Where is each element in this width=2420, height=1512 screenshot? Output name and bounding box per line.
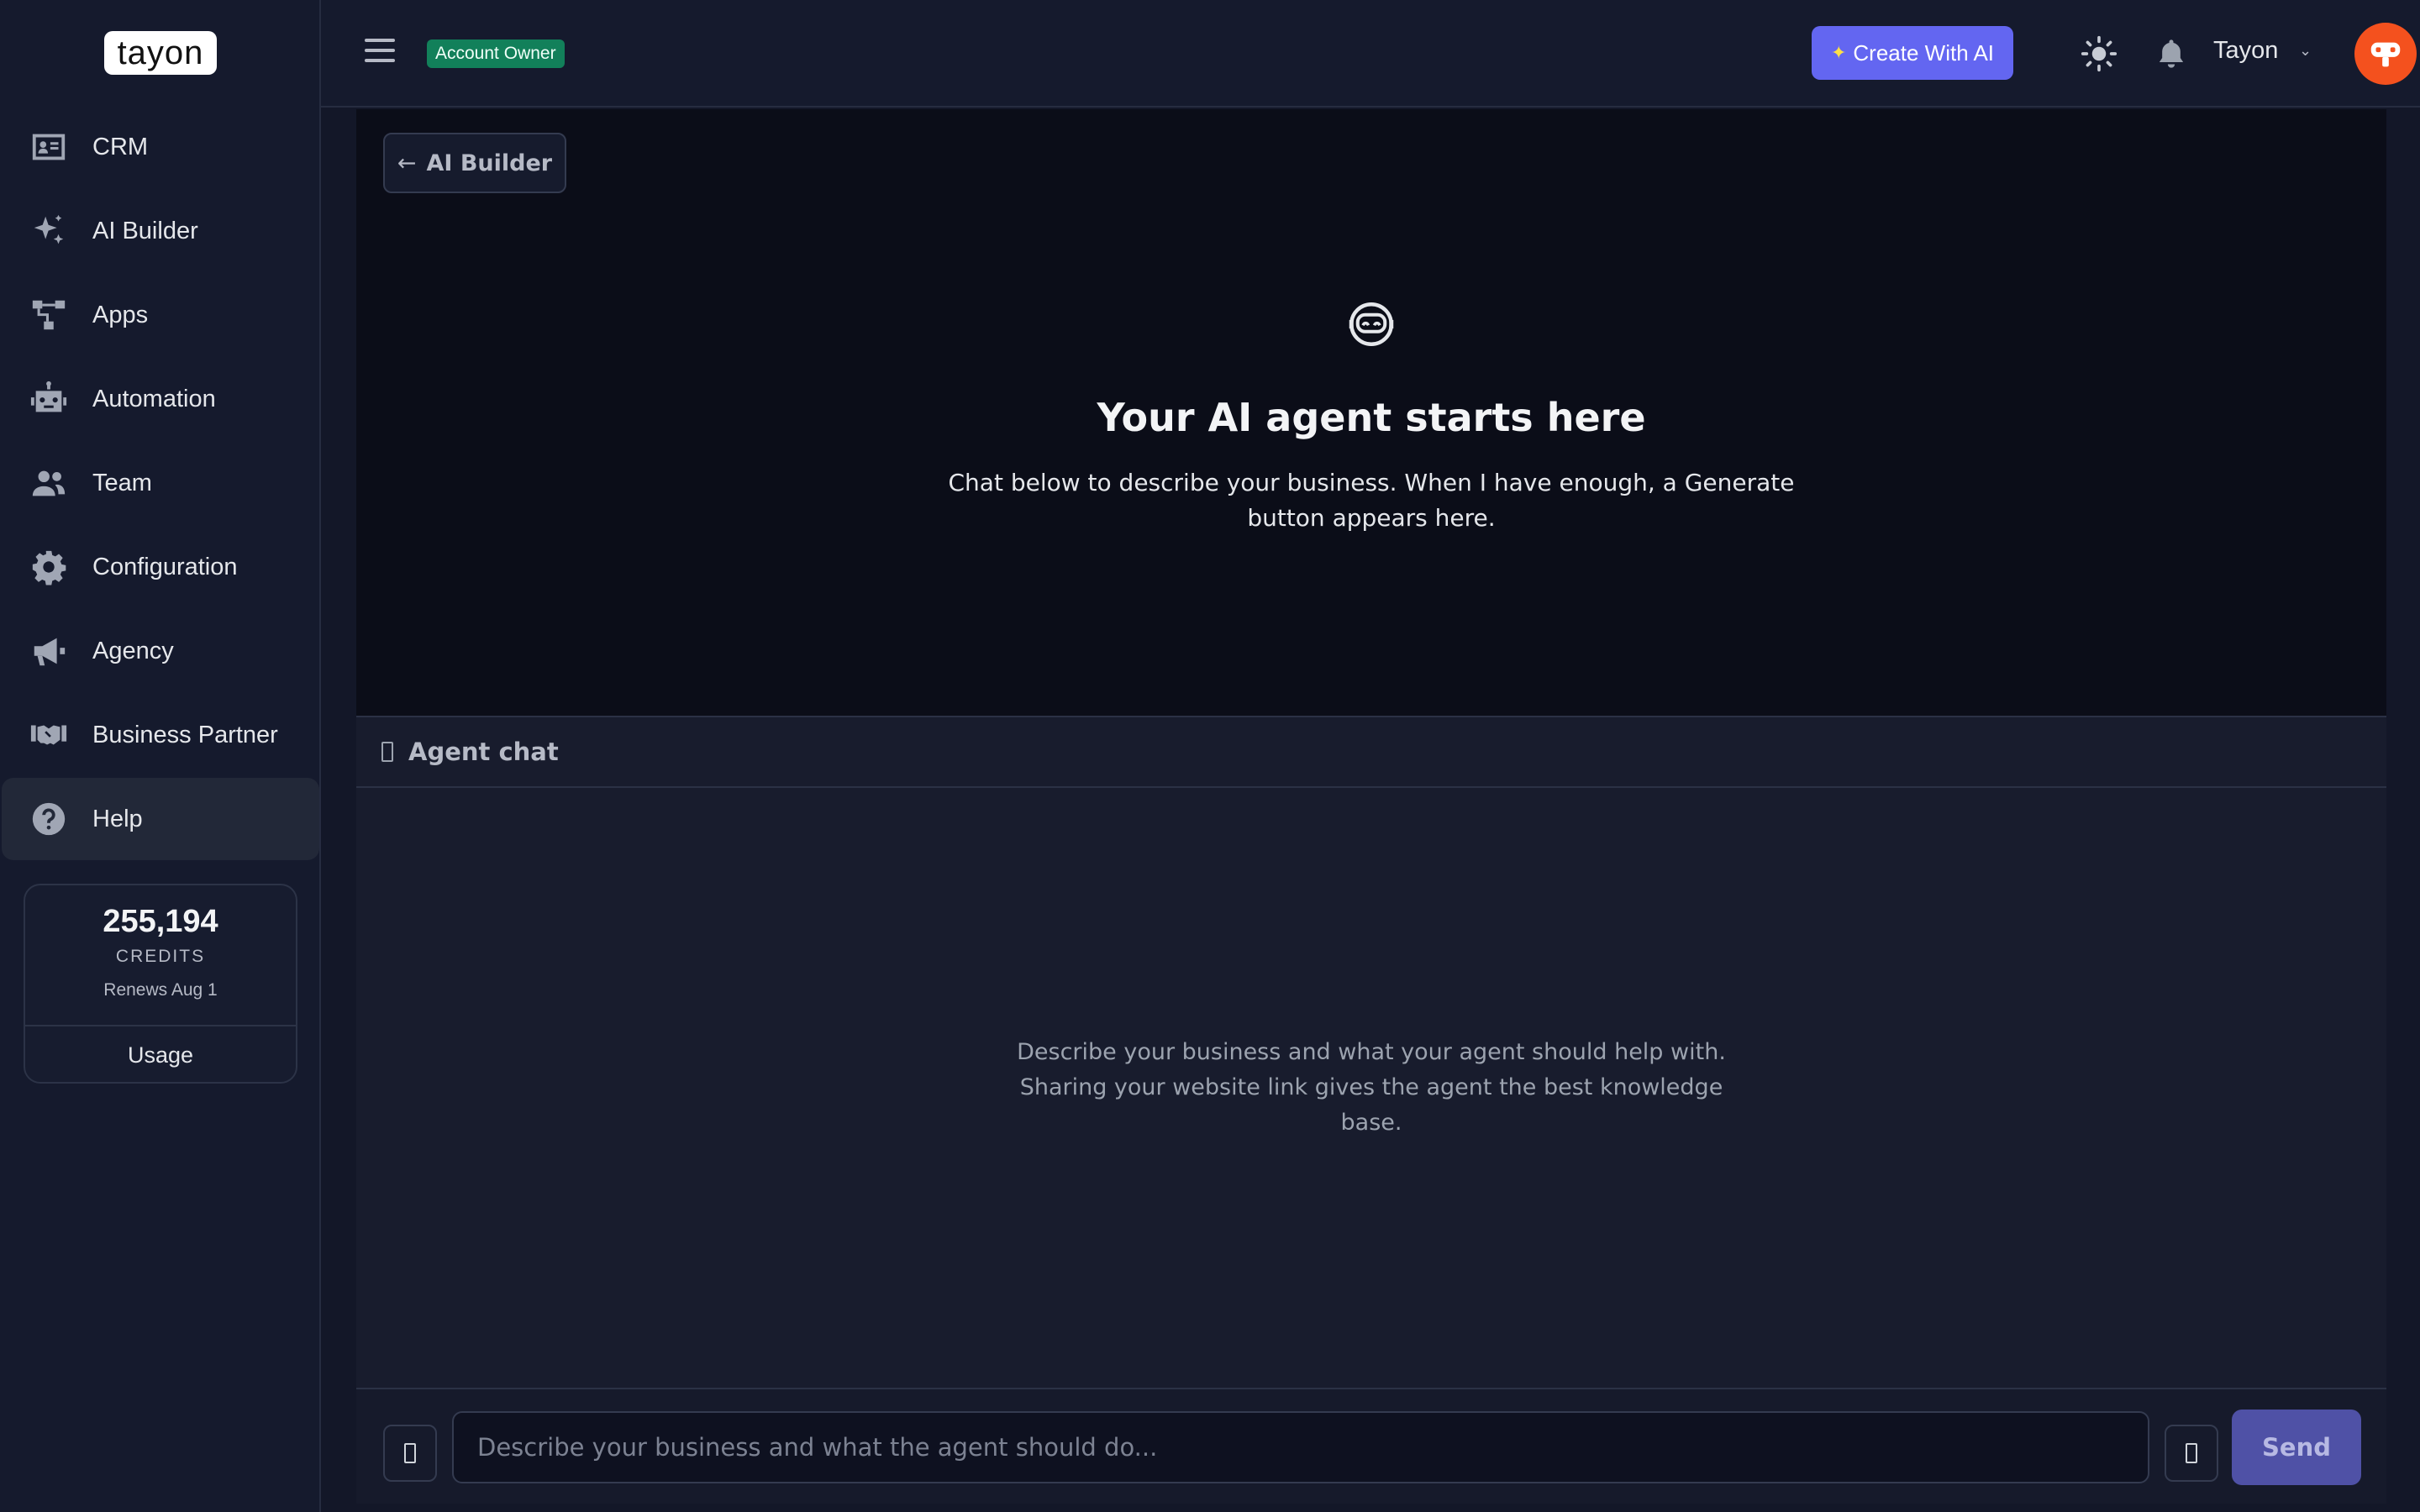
sidebar-item-automation[interactable]: Automation (2, 358, 319, 440)
avatar[interactable] (2354, 23, 2417, 85)
sidebar-item-team[interactable]: Team (2, 442, 319, 524)
sidebar-item-label: Team (92, 469, 152, 496)
id-card-icon (25, 123, 72, 171)
credits-label: CREDITS (115, 947, 206, 966)
credits-renewal: Renews Aug 1 (103, 980, 218, 1000)
chat-input[interactable] (452, 1411, 2149, 1483)
bell-icon[interactable] (2154, 35, 2188, 72)
sidebar: tayon CRM AI Builder Apps Automation Tea… (0, 0, 321, 1512)
sidebar-item-label: Apps (92, 301, 149, 328)
attach-button[interactable] (383, 1425, 437, 1482)
menu-icon[interactable] (365, 39, 395, 66)
sidebar-item-label: CRM (92, 133, 149, 160)
sidebar-item-label: AI Builder (92, 217, 198, 244)
handshake-icon (25, 711, 72, 759)
chat-empty-message: Describe your business and what your age… (1017, 1039, 1726, 1136)
chat-header-title: Agent chat (408, 738, 559, 766)
logo-text: tayon (117, 34, 204, 71)
chevron-down-icon[interactable]: ⌄ (2299, 42, 2312, 60)
chat-icon (381, 742, 393, 762)
sidebar-item-configuration[interactable]: Configuration (2, 526, 319, 608)
tayon-logo[interactable]: tayon (104, 31, 217, 75)
sidebar-item-label: Help (92, 805, 143, 832)
mic-button[interactable] (2165, 1425, 2218, 1482)
users-icon (25, 459, 72, 507)
sidebar-item-label: Agency (92, 637, 174, 664)
sparkles-icon: ✦ (1830, 42, 1847, 63)
question-circle-icon (25, 795, 72, 843)
back-button-label: AI Builder (426, 150, 553, 176)
sidebar-item-label: Configuration (92, 553, 238, 580)
sitemap-icon (25, 291, 72, 339)
robot-avatar-icon (2370, 42, 2401, 67)
user-name[interactable]: Tayon (2213, 37, 2278, 65)
back-to-ai-builder-button[interactable]: ← AI Builder (383, 133, 566, 193)
hero-section: ← AI Builder Your AI agent starts here C… (356, 109, 2386, 716)
robot-face-icon (1349, 302, 1394, 346)
sidebar-item-crm[interactable]: CRM (2, 106, 319, 188)
top-bar: Account Owner ✦ Create With AI Tayon ⌄ (321, 0, 2420, 108)
hero-title: Your AI agent starts here (1097, 395, 1646, 440)
arrow-left-icon: ← (397, 150, 417, 176)
attach-icon (404, 1443, 416, 1463)
chat-input-bar: Send (356, 1388, 2386, 1504)
sidebar-item-label: Business Partner (92, 721, 278, 748)
sidebar-item-business-partner[interactable]: Business Partner (2, 694, 319, 776)
credits-card: 255,194 CREDITS Renews Aug 1 Usage (24, 884, 297, 1084)
sidebar-item-help[interactable]: Help (2, 778, 319, 860)
sidebar-item-apps[interactable]: Apps (2, 274, 319, 356)
hero-subtitle: Chat below to describe your business. Wh… (948, 469, 1795, 532)
role-badge: Account Owner (427, 39, 565, 68)
sidebar-item-agency[interactable]: Agency (2, 610, 319, 692)
sidebar-nav: CRM AI Builder Apps Automation Team Conf… (0, 106, 321, 862)
robot-icon (25, 375, 72, 423)
sidebar-item-ai-builder[interactable]: AI Builder (2, 190, 319, 272)
megaphone-icon (25, 627, 72, 675)
create-with-ai-button[interactable]: ✦ Create With AI (1812, 26, 2013, 80)
microphone-icon (2186, 1443, 2197, 1463)
usage-button[interactable]: Usage (25, 1026, 296, 1084)
agent-chat-panel: Agent chat Describe your business and wh… (356, 716, 2386, 1504)
credits-amount: 255,194 (103, 904, 218, 939)
gear-icon (25, 543, 72, 591)
sun-icon[interactable] (2081, 35, 2118, 72)
chat-header: Agent chat (356, 717, 2386, 788)
send-button[interactable]: Send (2232, 1410, 2361, 1485)
sparkles-icon (25, 207, 72, 255)
create-button-label: Create With AI (1853, 39, 1995, 66)
sidebar-item-label: Automation (92, 385, 216, 412)
